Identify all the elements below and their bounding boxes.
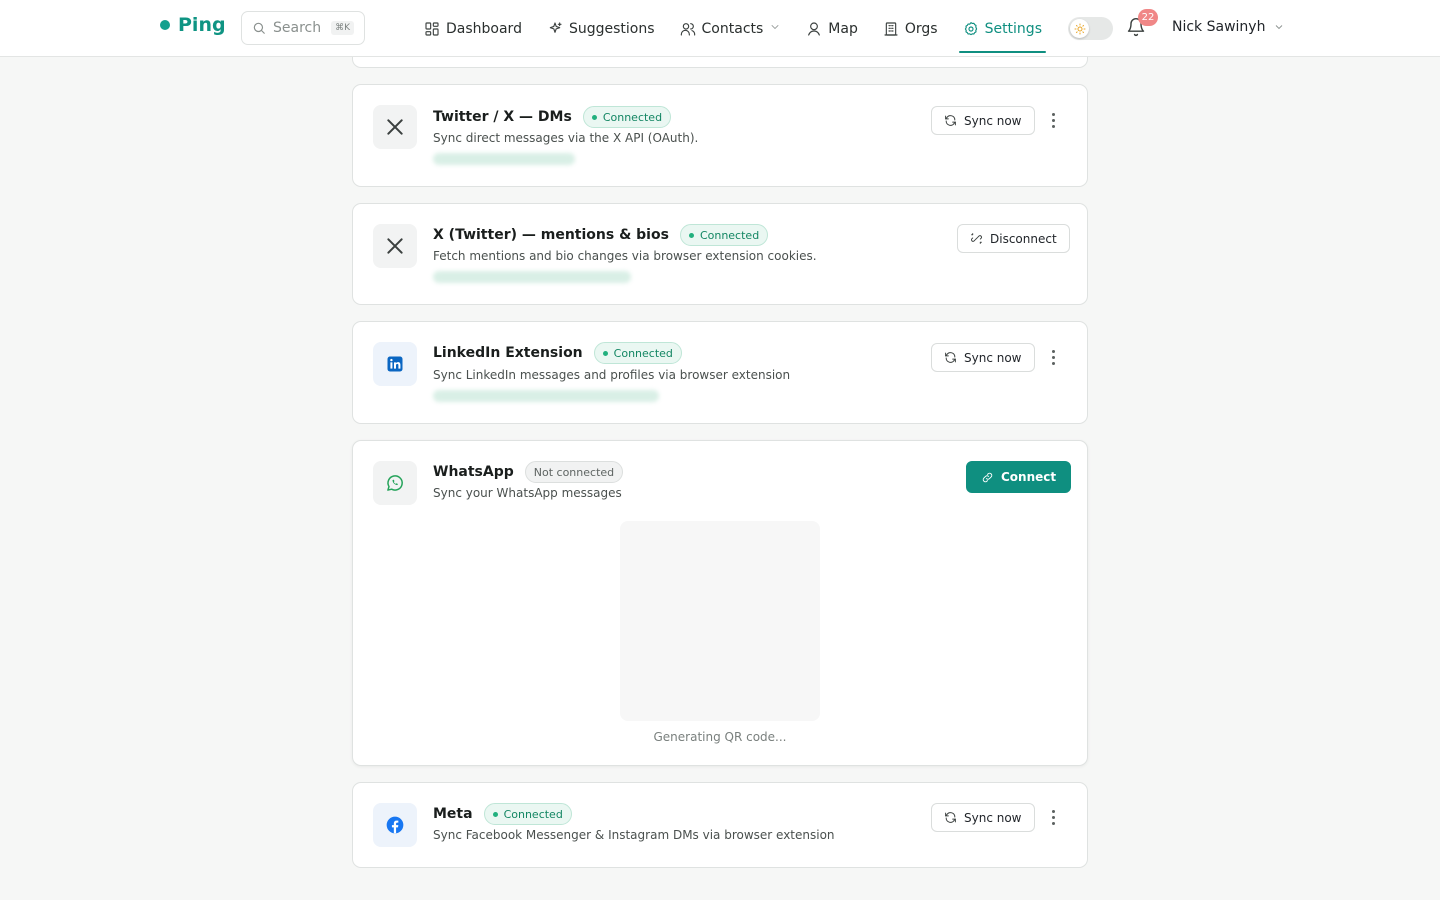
integration-card-meta: Meta Connected Sync Facebook Messenger &…	[352, 782, 1088, 868]
sync-now-label: Sync now	[964, 810, 1022, 825]
redacted-account-info	[433, 390, 659, 402]
nav-item-dashboard[interactable]: Dashboard	[424, 0, 522, 57]
top-navigation-bar: Ping Search ⌘K Dashboard Suggestions Con…	[0, 0, 1440, 57]
connect-button[interactable]: Connect	[966, 461, 1072, 493]
sync-now-label: Sync now	[964, 350, 1022, 365]
search-shortcut: ⌘K	[331, 21, 354, 35]
user-name: Nick Sawinyh	[1172, 19, 1266, 35]
card-title-row: Meta Connected	[433, 803, 572, 825]
redacted-account-info	[433, 153, 575, 165]
nav-label: Settings	[984, 20, 1042, 37]
search-icon	[253, 22, 265, 34]
integration-card-twitter-dms: Twitter / X — DMs Connected Sync direct …	[352, 84, 1088, 187]
status-badge: Connected	[593, 342, 682, 364]
unlink-icon	[971, 233, 982, 244]
sync-now-label: Sync now	[964, 113, 1022, 128]
nav-label: Suggestions	[568, 20, 655, 37]
status-text: Connected	[699, 228, 760, 242]
integration-card-whatsapp: WhatsApp Not connected Sync your WhatsAp…	[352, 440, 1088, 766]
status-badge: Connected	[679, 224, 769, 246]
redacted-account-info	[433, 271, 631, 283]
sync-now-button[interactable]: Sync now	[931, 106, 1035, 135]
integration-description: Sync your WhatsApp messages	[433, 486, 622, 500]
map-pin-icon	[808, 21, 821, 36]
integration-description: Sync LinkedIn messages and profiles via …	[433, 368, 791, 382]
sparkles-icon	[549, 21, 562, 33]
integration-description: Sync direct messages via the X API (OAut…	[433, 131, 699, 145]
status-text: Connected	[602, 110, 663, 124]
integration-description: Sync Facebook Messenger & Instagram DMs …	[433, 828, 835, 842]
integration-title: Meta	[433, 806, 473, 822]
status-text: Connected	[613, 346, 673, 360]
refresh-icon	[945, 352, 956, 363]
card-title-row: Twitter / X — DMs Connected	[433, 106, 672, 128]
integration-card-linkedin: LinkedIn Extension Connected Sync Linked…	[352, 321, 1088, 424]
notification-count-badge: 22	[1138, 9, 1158, 26]
main-nav: Dashboard Suggestions Contacts Map Orgs …	[424, 0, 1047, 57]
integration-card-x-mentions: X (Twitter) — mentions & bios Connected …	[352, 203, 1088, 305]
status-badge: Connected	[483, 803, 572, 825]
more-options-button[interactable]	[1043, 347, 1063, 367]
x-logo-icon	[373, 224, 417, 268]
card-title-row: LinkedIn Extension Connected	[433, 342, 682, 364]
nav-item-orgs[interactable]: Orgs	[883, 0, 938, 57]
status-dot-icon	[602, 350, 608, 356]
card-title-row: WhatsApp Not connected	[433, 461, 624, 483]
x-logo-icon	[373, 105, 417, 149]
brand-logo[interactable]: Ping	[160, 14, 226, 36]
status-badge: Not connected	[524, 461, 624, 483]
status-dot-icon	[492, 811, 498, 817]
nav-item-suggestions[interactable]: Suggestions	[547, 0, 655, 57]
refresh-icon	[945, 115, 956, 126]
gear-icon	[964, 21, 977, 35]
brand-name: Ping	[178, 14, 226, 36]
qr-status-text: Generating QR code...	[653, 730, 787, 744]
nav-item-map[interactable]: Map	[806, 0, 858, 57]
chevron-down-icon	[1276, 25, 1283, 30]
disconnect-button[interactable]: Disconnect	[957, 224, 1070, 253]
refresh-icon	[945, 812, 956, 823]
connect-label: Connect	[1001, 470, 1057, 484]
building-icon	[884, 21, 898, 36]
integration-title: X (Twitter) — mentions & bios	[433, 227, 669, 243]
status-badge: Connected	[582, 106, 672, 128]
notifications-button[interactable]: 22	[1126, 9, 1158, 39]
link-icon	[982, 472, 993, 482]
linkedin-logo-icon	[373, 342, 417, 386]
status-dot-icon	[688, 232, 694, 238]
nav-label: Dashboard	[446, 20, 522, 37]
dashboard-icon	[425, 21, 439, 36]
integration-description: Fetch mentions and bio changes via brows…	[433, 249, 817, 263]
qr-code-placeholder	[620, 521, 820, 721]
more-options-button[interactable]	[1043, 807, 1063, 827]
integration-title: Twitter / X — DMs	[433, 109, 572, 125]
theme-knob	[1070, 19, 1089, 38]
status-text: Connected	[503, 807, 563, 821]
search-placeholder: Search	[273, 20, 322, 36]
integration-title: LinkedIn Extension	[433, 345, 583, 361]
chevron-down-icon	[769, 21, 781, 37]
sync-now-button[interactable]: Sync now	[931, 343, 1035, 372]
whatsapp-logo-icon	[373, 461, 417, 505]
status-dot-icon	[591, 114, 597, 120]
user-menu[interactable]: Nick Sawinyh	[1172, 19, 1285, 35]
brand-dot-icon	[160, 20, 170, 30]
facebook-logo-icon	[373, 803, 417, 847]
nav-item-contacts[interactable]: Contacts	[680, 0, 782, 57]
disconnect-label: Disconnect	[990, 231, 1057, 246]
sun-icon	[1074, 23, 1085, 34]
integration-title: WhatsApp	[433, 464, 514, 480]
nav-label: Contacts	[701, 20, 764, 37]
users-icon	[680, 22, 695, 36]
nav-item-settings[interactable]: Settings	[958, 0, 1047, 57]
more-options-button[interactable]	[1043, 110, 1063, 130]
search-input[interactable]: Search ⌘K	[241, 11, 365, 45]
nav-label: Map	[828, 20, 858, 37]
sync-now-button[interactable]: Sync now	[931, 803, 1035, 832]
card-title-row: X (Twitter) — mentions & bios Connected	[433, 224, 769, 246]
nav-label: Orgs	[904, 20, 938, 37]
theme-toggle[interactable]	[1068, 17, 1113, 40]
